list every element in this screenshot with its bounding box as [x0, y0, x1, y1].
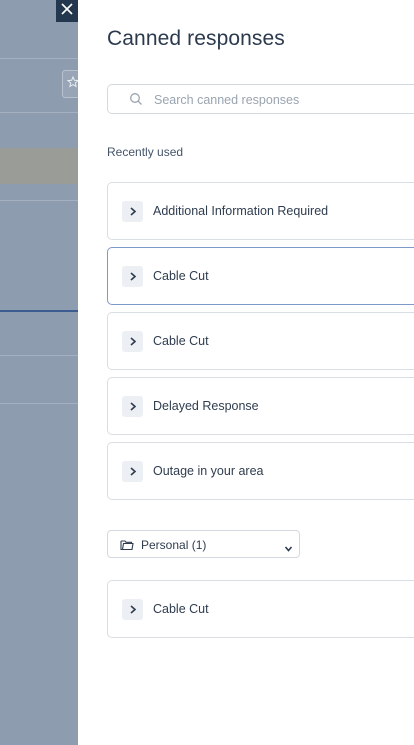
search-input[interactable] [154, 90, 414, 110]
chevron-down-icon [284, 540, 293, 558]
chevron-right-icon[interactable] [122, 396, 143, 417]
list-item[interactable]: Outage in your area [107, 442, 414, 500]
chevron-right-icon[interactable] [122, 266, 143, 287]
personal-responses-list: Cable Cut [107, 580, 414, 645]
search-icon [129, 92, 143, 111]
background-overlay[interactable] [0, 0, 78, 745]
response-label: Additional Information Required [153, 204, 329, 218]
folder-icon [120, 538, 134, 556]
background-selected-indicator [0, 310, 78, 312]
response-label: Outage in your area [153, 464, 264, 478]
canned-responses-panel: Canned responses Recently used Additiona… [78, 0, 414, 745]
close-icon [60, 2, 74, 21]
list-item[interactable]: Cable Cut [107, 312, 414, 370]
list-item[interactable]: Additional Information Required [107, 182, 414, 240]
response-label: Delayed Response [153, 399, 259, 413]
response-label: Cable Cut [153, 602, 209, 616]
response-label: Cable Cut [153, 334, 209, 348]
divider [0, 200, 78, 201]
chevron-right-icon[interactable] [122, 331, 143, 352]
chevron-right-icon[interactable] [122, 461, 143, 482]
divider [0, 403, 78, 404]
chevron-right-icon[interactable] [122, 201, 143, 222]
search-box[interactable] [107, 84, 414, 114]
close-button[interactable] [56, 0, 78, 22]
divider [0, 112, 78, 113]
response-label: Cable Cut [153, 269, 209, 283]
list-item[interactable]: Cable Cut [107, 247, 414, 305]
divider [0, 355, 78, 356]
list-item[interactable]: Cable Cut [107, 580, 414, 638]
recent-responses-list: Additional Information Required Cable Cu… [107, 182, 414, 507]
divider [0, 58, 78, 59]
panel-title: Canned responses [107, 27, 285, 50]
background-row-highlight [0, 148, 78, 184]
list-item[interactable]: Delayed Response [107, 377, 414, 435]
folder-select[interactable]: Personal (1) [107, 530, 300, 558]
folder-select-value: Personal (1) [141, 538, 207, 552]
recently-used-label: Recently used [107, 145, 184, 159]
chevron-right-icon[interactable] [122, 599, 143, 620]
